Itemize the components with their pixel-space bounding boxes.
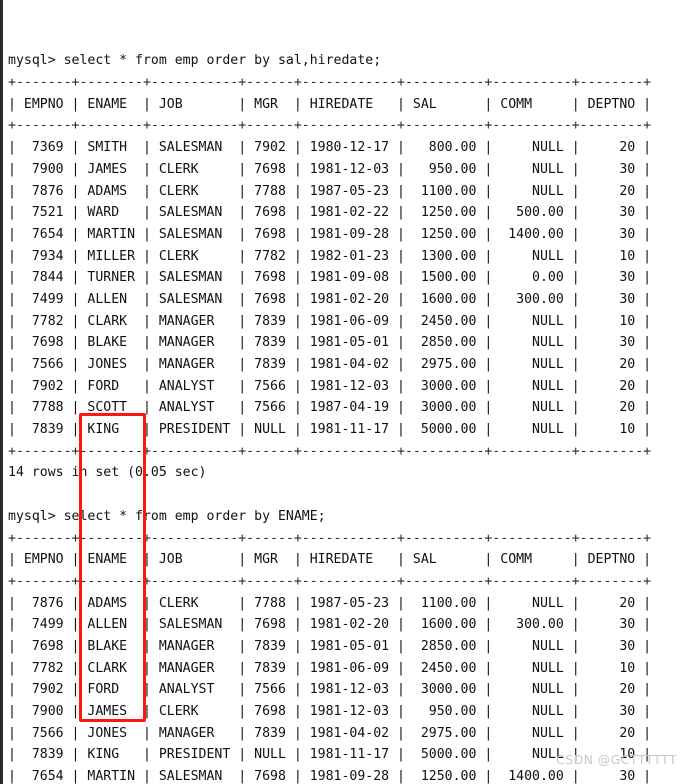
table-separator: +-------+--------+-----------+------+---… [8, 75, 652, 91]
table-row: | 7782 | CLARK | MANAGER | 7839 | 1981-0… [8, 660, 652, 676]
table-row: | 7876 | ADAMS | CLERK | 7788 | 1987-05-… [8, 183, 652, 199]
table-row: | 7521 | WARD | SALESMAN | 7698 | 1981-0… [8, 205, 652, 221]
table-row: | 7788 | SCOTT | ANALYST | 7566 | 1987-0… [8, 400, 652, 416]
table-row: | 7844 | TURNER | SALESMAN | 7698 | 1981… [8, 270, 652, 286]
table-row: | 7654 | MARTIN | SALESMAN | 7698 | 1981… [8, 769, 652, 784]
table-row: | 7900 | JAMES | CLERK | 7698 | 1981-12-… [8, 161, 652, 177]
table-separator: +-------+--------+-----------+------+---… [8, 443, 652, 459]
table-row: | 7902 | FORD | ANALYST | 7566 | 1981-12… [8, 682, 652, 698]
table-header-row: | EMPNO | ENAME | JOB | MGR | HIREDATE |… [8, 552, 652, 568]
table-row: | 7782 | CLARK | MANAGER | 7839 | 1981-0… [8, 313, 652, 329]
table-row: | 7902 | FORD | ANALYST | 7566 | 1981-12… [8, 378, 652, 394]
table-row: | 7499 | ALLEN | SALESMAN | 7698 | 1981-… [8, 291, 652, 307]
table-row: | 7876 | ADAMS | CLERK | 7788 | 1987-05-… [8, 595, 652, 611]
table-row: | 7566 | JONES | MANAGER | 7839 | 1981-0… [8, 725, 652, 741]
csdn-watermark: CSDN @GCTTTTTT [556, 752, 677, 767]
command-line-2: mysql> select * from emp order by ENAME; [8, 508, 326, 524]
table-row: | 7566 | JONES | MANAGER | 7839 | 1981-0… [8, 357, 652, 373]
console-lines: mysql> select * from emp order by sal,hi… [8, 50, 651, 784]
table-row: | 7698 | BLAKE | MANAGER | 7839 | 1981-0… [8, 335, 652, 351]
table-row: | 7698 | BLAKE | MANAGER | 7839 | 1981-0… [8, 638, 652, 654]
table-row: | 7499 | ALLEN | SALESMAN | 7698 | 1981-… [8, 617, 652, 633]
command-line-1: mysql> select * from emp order by sal,hi… [8, 53, 382, 69]
table-separator: +-------+--------+-----------+------+---… [8, 530, 652, 546]
table-separator: +-------+--------+-----------+------+---… [8, 573, 652, 589]
console-output: mysql> select * from emp order by sal,hi… [8, 7, 651, 784]
table-header-row: | EMPNO | ENAME | JOB | MGR | HIREDATE |… [8, 96, 652, 112]
table-row: | 7900 | JAMES | CLERK | 7698 | 1981-12-… [8, 704, 652, 720]
table-row: | 7654 | MARTIN | SALESMAN | 7698 | 1981… [8, 226, 652, 242]
table-row: | 7839 | KING | PRESIDENT | NULL | 1981-… [8, 747, 652, 763]
table-row: | 7934 | MILLER | CLERK | 7782 | 1982-01… [8, 248, 652, 264]
table-row: | 7369 | SMITH | SALESMAN | 7902 | 1980-… [8, 140, 652, 156]
table-row: | 7839 | KING | PRESIDENT | NULL | 1981-… [8, 422, 652, 438]
terminal-window[interactable]: mysql> select * from emp order by sal,hi… [0, 0, 687, 784]
table-separator: +-------+--------+-----------+------+---… [8, 118, 652, 134]
result-footer-1: 14 rows in set (0.05 sec) [8, 465, 207, 481]
